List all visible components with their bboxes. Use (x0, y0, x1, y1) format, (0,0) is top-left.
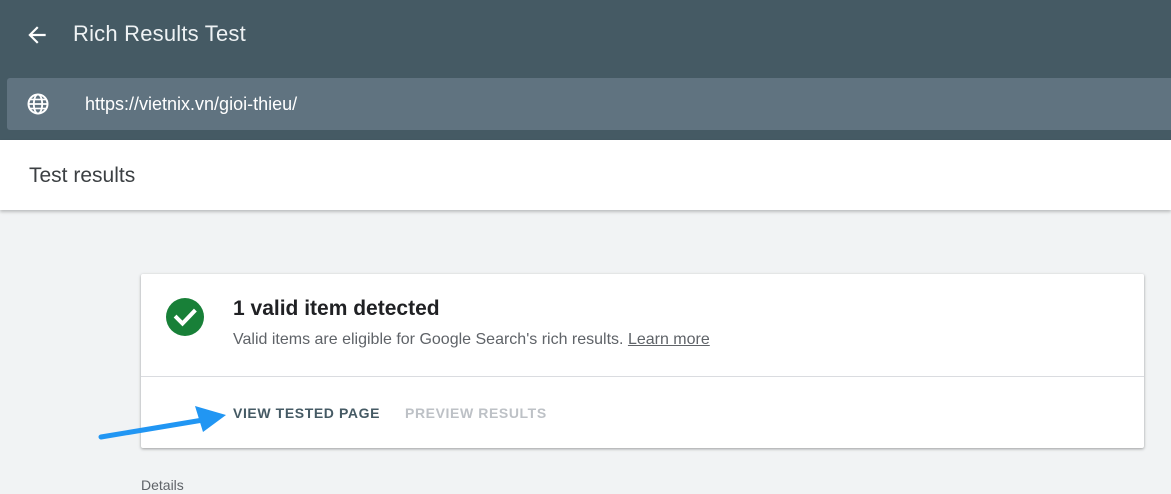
blue-arrow-icon (98, 406, 226, 440)
arrow-back-icon[interactable] (24, 22, 50, 48)
globe-icon (27, 93, 49, 115)
details-label: Details (141, 477, 184, 493)
learn-more-link[interactable]: Learn more (628, 331, 710, 348)
card-description-text: Valid items are eligible for Google Sear… (233, 331, 624, 348)
url-bar[interactable] (7, 78, 1171, 130)
url-input[interactable] (85, 92, 1145, 116)
preview-results-button[interactable]: PREVIEW RESULTS (405, 404, 547, 422)
check-circle-icon (166, 298, 204, 336)
app-title: Rich Results Test (73, 21, 246, 46)
view-tested-page-button[interactable]: VIEW TESTED PAGE (233, 404, 380, 422)
app-bar: Rich Results Test (0, 0, 1171, 140)
card-heading: 1 valid item detected (233, 297, 440, 320)
results-header: Test results (0, 140, 1171, 210)
valid-items-card: 1 valid item detected Valid items are el… (141, 274, 1144, 448)
results-title: Test results (29, 164, 136, 187)
card-divider (141, 376, 1144, 377)
card-description: Valid items are eligible for Google Sear… (233, 330, 710, 350)
